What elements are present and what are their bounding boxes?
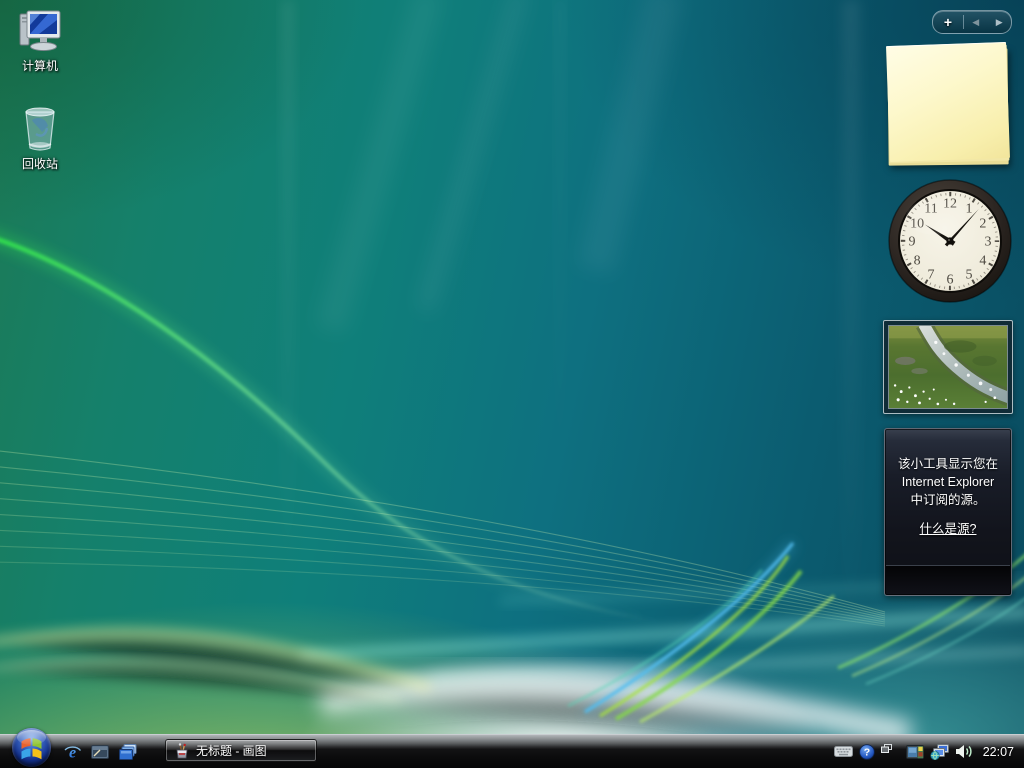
ime-keyboard-icon[interactable]: [834, 745, 853, 758]
slideshow-photo: [889, 326, 1007, 408]
paint-window-button[interactable]: 无标题 - 画图: [165, 739, 317, 762]
switch-windows-button[interactable]: [118, 742, 138, 762]
start-button[interactable]: [12, 728, 51, 767]
feeds-gadget-footer: [886, 565, 1010, 594]
notes-gadget[interactable]: [888, 44, 1008, 160]
desktop-icon-label: 计算机: [22, 59, 58, 73]
clock-gadget[interactable]: 1 2 3 4 5 6 7 8 9 10 11 12: [886, 177, 1014, 305]
taskbar-clock[interactable]: 22:07: [983, 745, 1014, 759]
show-desktop-icon: [91, 745, 109, 759]
wallpaper: [0, 0, 1024, 768]
start-orb-shine: [17, 730, 46, 745]
switch-windows-icon: [119, 744, 137, 760]
svg-text:1: 1: [966, 202, 973, 217]
svg-text:7: 7: [928, 267, 935, 282]
sidebar-gadgets-tray-icon[interactable]: [906, 744, 924, 760]
quick-launch-bar: e: [62, 742, 138, 762]
analog-clock-icon: 1 2 3 4 5 6 7 8 9 10 11 12: [886, 177, 1014, 305]
desktop-icon-recycle-bin[interactable]: 回收站: [2, 104, 78, 173]
network-tray-icon[interactable]: [930, 744, 949, 760]
feeds-gadget[interactable]: 该小工具显示您在 Internet Explorer 中订阅的源。 什么是源?: [884, 428, 1012, 596]
internet-explorer-quick-launch-button[interactable]: e: [62, 742, 82, 762]
svg-text:8: 8: [914, 254, 921, 269]
svg-text:4: 4: [979, 254, 986, 269]
internet-explorer-icon: e: [63, 743, 82, 762]
previous-page-button[interactable]: ◀: [964, 12, 988, 32]
recycle-bin-icon: [18, 104, 62, 152]
feeds-description: 该小工具显示您在 Internet Explorer 中订阅的源。: [885, 429, 1011, 509]
svg-text:3: 3: [985, 235, 992, 250]
desktop-icon-computer[interactable]: 计算机: [2, 8, 78, 75]
ime-help-icon[interactable]: ?: [859, 744, 875, 760]
desktop: 计算机 回收站 + ◀ ▶: [0, 0, 1024, 768]
volume-tray-icon[interactable]: [955, 744, 973, 759]
language-bar-options[interactable]: ▼: [881, 744, 892, 759]
add-gadgets-button[interactable]: +: [933, 12, 963, 32]
svg-text:?: ?: [864, 746, 870, 758]
next-page-button[interactable]: ▶: [988, 12, 1012, 32]
taskbar: e: [0, 734, 1024, 768]
svg-text:2: 2: [979, 217, 986, 232]
svg-text:6: 6: [947, 273, 954, 288]
whats-a-feed-link[interactable]: 什么是源?: [920, 522, 977, 536]
slideshow-gadget[interactable]: [883, 320, 1013, 414]
computer-icon: [14, 8, 66, 54]
svg-text:9: 9: [909, 235, 916, 250]
sidebar-gadget-controls: + ◀ ▶: [932, 10, 1012, 34]
sticky-note[interactable]: [886, 42, 1010, 162]
chevron-down-icon: ▼: [883, 754, 889, 759]
language-bar-restore-icon: [881, 744, 892, 753]
svg-text:5: 5: [966, 267, 973, 282]
show-desktop-button[interactable]: [90, 742, 110, 762]
desktop-icon-label: 回收站: [22, 157, 58, 171]
window-button-label: 无标题 - 画图: [196, 742, 267, 759]
system-tray: ? ▼: [834, 735, 1018, 768]
paint-icon: [174, 743, 190, 759]
